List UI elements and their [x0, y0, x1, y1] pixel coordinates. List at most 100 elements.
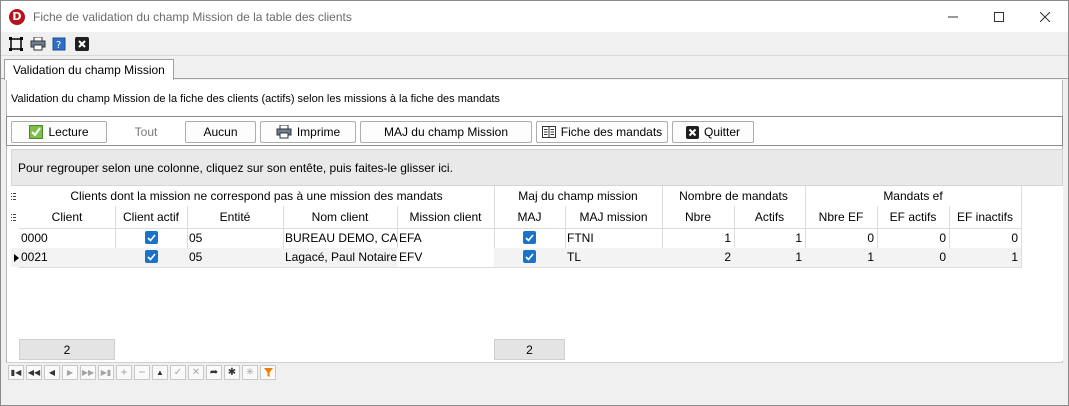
band-header-nombre[interactable]: Nombre de mandats — [662, 189, 805, 203]
action-toolbar: Lecture Tout Aucun Imprime MAJ du champ … — [6, 116, 1063, 146]
tab-validation-mission[interactable]: Validation du champ Mission — [4, 59, 174, 80]
row-divider — [19, 267, 1021, 268]
column-header-maj-mission[interactable]: MAJ mission — [565, 210, 662, 224]
cell-mission-client-focused[interactable]: EFV — [397, 248, 494, 267]
cell-ef-inactifs: 1 — [1011, 250, 1018, 264]
printer-icon — [30, 36, 46, 50]
cell-maj[interactable] — [494, 229, 565, 248]
column-row-menu-icon[interactable] — [11, 212, 19, 222]
tab-strip: Validation du champ Mission — [1, 57, 1068, 80]
data-grid: Clients dont la mission ne correspond pa… — [11, 186, 1063, 361]
minimize-button[interactable] — [930, 1, 976, 32]
printer-icon — [276, 125, 292, 139]
cell-entite: 05 — [189, 231, 203, 245]
band-header-ef[interactable]: Mandats ef — [805, 189, 1021, 203]
cell-nom-client: BUREAU DEMO, CA — [285, 231, 397, 245]
nav-refresh-icon[interactable]: ➦ — [206, 364, 222, 380]
maj-mission-button[interactable]: MAJ du champ Mission — [360, 121, 532, 143]
nav-insert-icon[interactable]: + — [116, 364, 132, 380]
checkbox-checked-icon[interactable] — [523, 250, 536, 264]
nav-filter-icon[interactable] — [260, 364, 276, 380]
help-button[interactable]: ? — [49, 34, 71, 54]
checkbox-checked-icon[interactable] — [144, 250, 158, 264]
cell-ef-actifs: 0 — [939, 231, 946, 245]
table-row[interactable]: 0021 05 Lagacé, Paul Notaire EFV TL 2 1 … — [11, 248, 1021, 267]
cell-actifs: 1 — [795, 250, 802, 264]
nav-post-icon[interactable]: ✓ — [170, 364, 186, 380]
column-header-ef-inactifs[interactable]: EF inactifs — [949, 210, 1021, 224]
nav-last-icon[interactable]: ▶▮ — [98, 364, 114, 380]
nav-first-icon[interactable]: ▮◀ — [8, 364, 24, 380]
cell-client: 0021 — [21, 250, 48, 264]
maximize-button[interactable] — [976, 1, 1022, 32]
svg-text:?: ? — [56, 40, 61, 51]
column-header-client[interactable]: Client — [19, 210, 115, 224]
cell-ef-inactifs: 0 — [1011, 231, 1018, 245]
cell-mission-client: EFA — [399, 231, 422, 245]
footer-client-count: 2 — [19, 339, 115, 360]
nav-prev-icon[interactable]: ◀ — [44, 364, 60, 380]
nav-bookmark-icon[interactable]: ✱ — [224, 364, 240, 380]
fit-window-button[interactable] — [5, 34, 27, 54]
table-row[interactable]: 0000 05 BUREAU DEMO, CA EFA FTNI 1 1 0 0… — [11, 229, 1021, 248]
tout-button[interactable]: Tout — [111, 121, 181, 143]
quitter-label: Quitter — [703, 125, 740, 139]
maximize-icon — [994, 11, 1004, 22]
band-header-maj[interactable]: Maj du champ mission — [494, 189, 662, 203]
minimize-icon — [948, 16, 958, 17]
column-header-client-actif[interactable]: Client actif — [115, 210, 187, 224]
fiche-mandats-label: Fiche des mandats — [560, 125, 663, 139]
cell-client-actif[interactable] — [115, 248, 187, 267]
main-window: D Fiche de validation du champ Mission d… — [0, 0, 1069, 406]
cell-actifs: 1 — [795, 231, 802, 245]
nav-cancel-icon[interactable]: ✕ — [188, 364, 204, 380]
cell-entite: 05 — [189, 250, 203, 264]
column-header-mission-client[interactable]: Mission client — [397, 210, 494, 224]
column-header-nom-client[interactable]: Nom client — [283, 210, 397, 224]
nav-goto-bookmark-icon[interactable]: ✳ — [242, 364, 258, 380]
cell-maj[interactable] — [494, 248, 565, 267]
document-list-icon — [541, 126, 556, 138]
band-header-clients[interactable]: Clients dont la mission ne correspond pa… — [19, 189, 494, 203]
quitter-button[interactable]: Quitter — [672, 121, 754, 143]
cell-nbre-ef: 0 — [867, 231, 874, 245]
close-quick-button[interactable] — [71, 34, 93, 54]
imprime-button[interactable]: Imprime — [260, 121, 356, 143]
cell-maj-mission: FTNI — [567, 231, 594, 245]
band-row-menu-icon[interactable] — [11, 191, 19, 201]
nav-delete-icon[interactable]: − — [134, 364, 150, 380]
nav-prev-page-icon[interactable]: ◀◀ — [26, 364, 42, 380]
nav-next-icon[interactable]: ▶ — [62, 364, 78, 380]
cell-nbre-ef: 1 — [867, 250, 874, 264]
nav-edit-icon[interactable]: ▲ — [152, 364, 168, 380]
aucun-button[interactable]: Aucun — [185, 121, 256, 143]
help-icon: ? — [52, 37, 66, 51]
checkbox-checked-icon[interactable] — [523, 231, 536, 245]
checkbox-checked-icon[interactable] — [144, 231, 158, 245]
column-header-ef-actifs[interactable]: EF actifs — [877, 210, 949, 224]
column-header-entite[interactable]: Entité — [187, 210, 283, 224]
maj-mission-label: MAJ du champ Mission — [383, 125, 509, 139]
print-quick-button[interactable] — [27, 34, 49, 54]
window-controls — [930, 1, 1068, 32]
cell-client-actif[interactable] — [115, 229, 187, 248]
group-by-panel[interactable]: Pour regrouper selon une colonne, clique… — [11, 149, 1063, 186]
panel-description: Validation du champ Mission de la fiche … — [11, 93, 500, 105]
close-box-icon — [75, 36, 89, 51]
column-header-nbre[interactable]: Nbre — [662, 210, 734, 224]
title-bar: D Fiche de validation du champ Mission d… — [1, 1, 1068, 32]
cell-nom-client: Lagacé, Paul Notaire — [285, 250, 397, 264]
cell-nbre: 1 — [724, 231, 731, 245]
column-header-nbre-ef[interactable]: Nbre EF — [805, 210, 877, 224]
nav-next-page-icon[interactable]: ▶▶ — [80, 364, 96, 380]
column-header-actifs[interactable]: Actifs — [734, 210, 805, 224]
cell-ef-actifs: 0 — [939, 250, 946, 264]
quick-toolbar: ? — [1, 32, 1068, 56]
cell-maj-mission: TL — [567, 250, 582, 264]
aucun-label: Aucun — [203, 125, 238, 139]
fiche-mandats-button[interactable]: Fiche des mandats — [536, 121, 668, 143]
lecture-button[interactable]: Lecture — [11, 121, 107, 143]
checkbox-green-icon — [29, 125, 44, 139]
close-button[interactable] — [1022, 1, 1068, 32]
column-header-maj[interactable]: MAJ — [494, 210, 565, 224]
